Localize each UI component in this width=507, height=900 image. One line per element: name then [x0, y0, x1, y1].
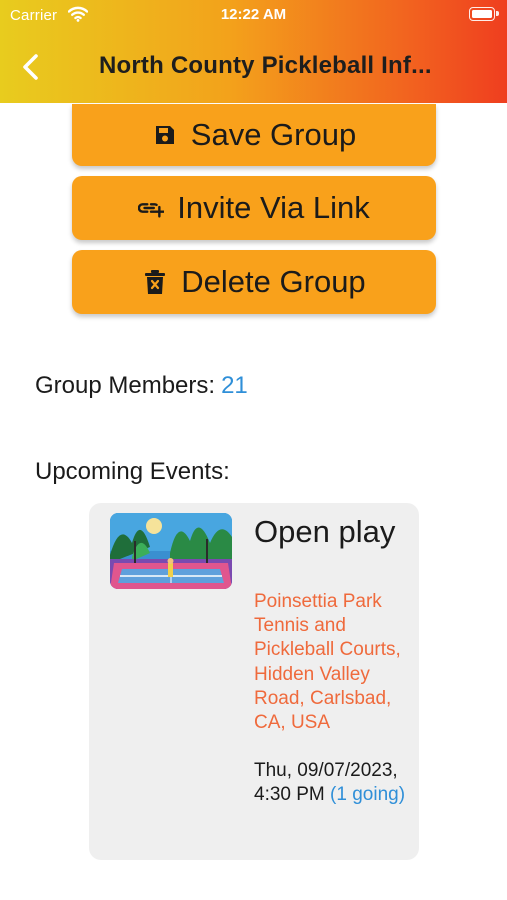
- clock: 12:22 AM: [220, 6, 287, 23]
- back-chevron-icon[interactable]: [18, 52, 44, 82]
- group-members-label: Group Members:: [35, 372, 216, 399]
- invite-via-link-button[interactable]: Invite Via Link: [72, 176, 436, 240]
- group-members-count[interactable]: 21: [221, 372, 248, 399]
- event-thumbnail: [110, 513, 232, 589]
- save-group-button[interactable]: Save Group: [72, 104, 436, 166]
- floppy-disk-icon: [152, 122, 178, 148]
- trash-icon: [142, 269, 168, 295]
- status-bar: Carrier 12:22 AM: [0, 0, 507, 32]
- delete-group-button[interactable]: Delete Group: [72, 250, 436, 314]
- group-members: Group Members: 21: [35, 372, 248, 400]
- event-location[interactable]: Poinsettia Park Tennis and Pickleball Co…: [254, 590, 414, 735]
- battery-icon: [469, 7, 499, 21]
- app-header: Carrier 12:22 AM North County Pickleball…: [0, 0, 507, 103]
- event-going-count[interactable]: (1 going): [330, 784, 405, 805]
- upcoming-events-heading: Upcoming Events:: [35, 458, 230, 485]
- event-datetime: Thu, 09/07/2023, 4:30 PM (1 going): [254, 759, 414, 807]
- page-title: North County Pickleball Inf...: [99, 52, 432, 79]
- invite-via-link-label: Invite Via Link: [177, 190, 370, 225]
- delete-group-label: Delete Group: [181, 264, 366, 299]
- event-card[interactable]: Open play Poinsettia Park Tennis and Pic…: [89, 503, 419, 860]
- link-plus-icon: [138, 195, 165, 221]
- save-group-label: Save Group: [190, 117, 357, 152]
- event-title: Open play: [254, 514, 396, 549]
